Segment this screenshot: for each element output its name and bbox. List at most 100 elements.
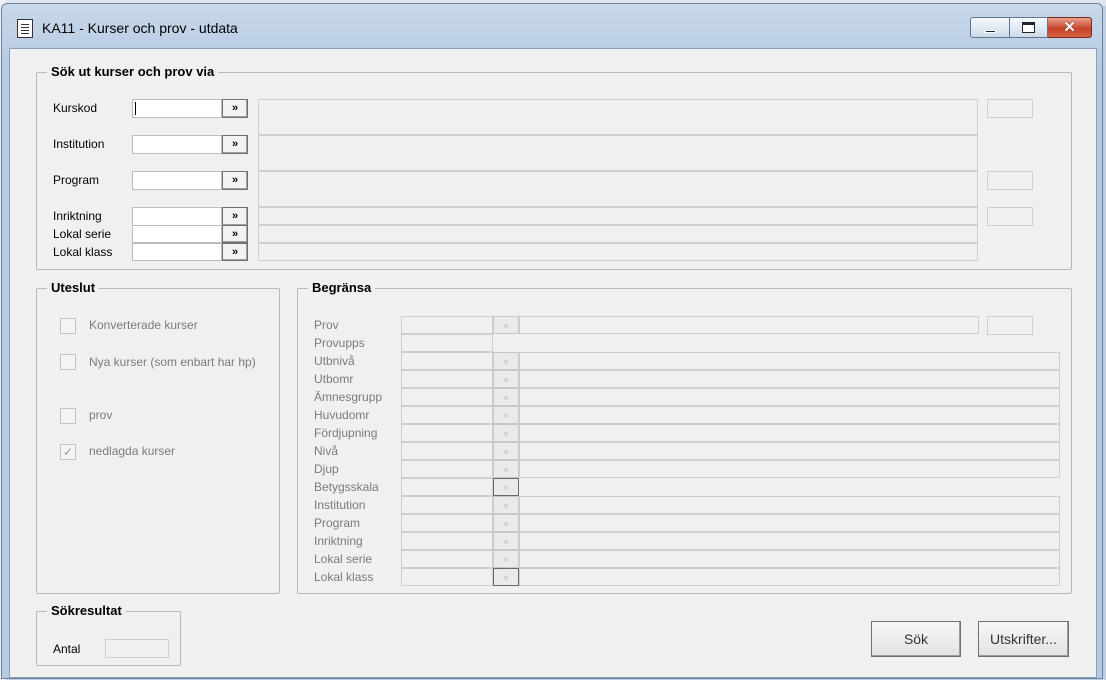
limit-utbomr-description — [519, 370, 1060, 388]
limit-prov-input[interactable] — [401, 316, 493, 334]
limit-betygsskala-input[interactable] — [401, 478, 493, 496]
limit-label-lokal-serie: Lokal serie — [314, 552, 373, 566]
result-title: Sökresultat — [47, 603, 126, 618]
limit-inriktning-input[interactable] — [401, 532, 493, 550]
limit-label-fordjupning: Fördjupning — [314, 426, 378, 440]
inriktning-lookup-button[interactable]: » — [222, 207, 248, 226]
limit-label-niva: Nivå — [314, 444, 339, 458]
limit-lokal-klass-lookup-button[interactable]: » — [493, 568, 519, 586]
maximize-button[interactable] — [1010, 17, 1048, 38]
window-title: KA11 - Kurser och prov - utdata — [42, 20, 238, 36]
label-nedlagda: nedlagda kurser — [89, 444, 176, 458]
label-prov: prov — [89, 408, 113, 422]
limit-title: Begränsa — [308, 280, 376, 295]
limit-amnesgrupp-input[interactable] — [401, 388, 493, 406]
search-button[interactable]: Sök — [871, 621, 961, 657]
limit-program-description — [519, 514, 1060, 532]
label-inriktning: Inriktning — [53, 209, 102, 223]
limit-lokal-serie-lookup-button[interactable]: » — [493, 550, 519, 568]
limit-huvudomr-input[interactable] — [401, 406, 493, 424]
program-lookup-button[interactable]: » — [222, 171, 248, 190]
program-extra — [987, 171, 1033, 190]
limit-group: Begränsa Prov » Provupps Utbnivå » Utbom… — [297, 280, 1072, 594]
limit-fordjupning-input[interactable] — [401, 424, 493, 442]
institution-description — [258, 135, 978, 171]
lokal-serie-input[interactable] — [132, 225, 222, 243]
limit-provupps-input[interactable] — [401, 334, 493, 352]
limit-djup-input[interactable] — [401, 460, 493, 478]
document-icon — [17, 19, 33, 38]
limit-betygsskala-lookup-button[interactable]: » — [493, 478, 519, 496]
limit-inriktning-lookup-button[interactable]: » — [493, 532, 519, 550]
close-icon: ✕ — [1063, 19, 1076, 36]
limit-label-inriktning: Inriktning — [314, 534, 363, 548]
institution-input[interactable] — [132, 135, 222, 154]
limit-utbomr-lookup-button[interactable]: » — [493, 370, 519, 388]
limit-label-prov: Prov — [314, 318, 339, 332]
limit-utbniva-input[interactable] — [401, 352, 493, 370]
checkbox-nedlagda[interactable]: ✓ — [60, 444, 76, 460]
label-lokal-klass: Lokal klass — [53, 245, 113, 259]
limit-niva-input[interactable] — [401, 442, 493, 460]
close-button[interactable]: ✕ — [1048, 17, 1092, 38]
limit-djup-lookup-button[interactable]: » — [493, 460, 519, 478]
limit-label-provupps: Provupps — [314, 336, 365, 350]
limit-lokal-klass-description — [519, 568, 1060, 586]
limit-djup-description — [519, 460, 1060, 478]
limit-lokal-klass-input[interactable] — [401, 568, 493, 586]
kurskod-extra — [987, 99, 1033, 118]
limit-label-utbomr: Utbomr — [314, 372, 354, 386]
limit-label-huvudomr: Huvudomr — [314, 408, 370, 422]
limit-huvudomr-lookup-button[interactable]: » — [493, 406, 519, 424]
limit-label-betygsskala: Betygsskala — [314, 480, 379, 494]
limit-prov-description — [519, 316, 979, 334]
inriktning-description — [258, 207, 978, 225]
inriktning-input[interactable] — [132, 207, 222, 226]
label-lokal-serie: Lokal serie — [53, 227, 112, 241]
program-description — [258, 171, 978, 207]
lokal-serie-description — [258, 225, 978, 243]
checkbox-prov[interactable] — [60, 408, 76, 424]
limit-prov-extra — [987, 316, 1033, 335]
limit-huvudomr-description — [519, 406, 1060, 424]
kurskod-description — [258, 99, 978, 135]
main-window: KA11 - Kurser och prov - utdata ✕ Sök ut… — [1, 3, 1103, 679]
label-nya-kurser: Nya kurser (som enbart har hp) — [89, 355, 256, 369]
limit-institution-description — [519, 496, 1060, 514]
lokal-serie-lookup-button[interactable]: » — [222, 225, 248, 243]
limit-fordjupning-description — [519, 424, 1060, 442]
limit-niva-description — [519, 442, 1060, 460]
label-institution: Institution — [53, 137, 105, 151]
prints-button[interactable]: Utskrifter... — [978, 621, 1069, 657]
program-input[interactable] — [132, 171, 222, 190]
limit-amnesgrupp-lookup-button[interactable]: » — [493, 388, 519, 406]
limit-utbomr-input[interactable] — [401, 370, 493, 388]
label-program: Program — [53, 173, 100, 187]
label-konverterade: Konverterade kurser — [89, 318, 198, 332]
minimize-button[interactable] — [970, 17, 1010, 38]
checkbox-konverterade[interactable] — [60, 318, 76, 334]
lokal-klass-lookup-button[interactable]: » — [222, 243, 248, 261]
limit-amnesgrupp-description — [519, 388, 1060, 406]
limit-program-input[interactable] — [401, 514, 493, 532]
limit-program-lookup-button[interactable]: » — [493, 514, 519, 532]
checkbox-nya-kurser[interactable] — [60, 354, 76, 370]
result-group: Sökresultat Antal — [36, 603, 181, 666]
kurskod-lookup-button[interactable]: » — [222, 99, 248, 118]
limit-lokal-serie-input[interactable] — [401, 550, 493, 568]
lokal-klass-input[interactable] — [132, 243, 222, 261]
exclude-title: Uteslut — [47, 280, 100, 295]
search-via-title: Sök ut kurser och prov via — [47, 64, 219, 79]
limit-utbniva-description — [519, 352, 1060, 370]
limit-institution-input[interactable] — [401, 496, 493, 514]
limit-fordjupning-lookup-button[interactable]: » — [493, 424, 519, 442]
limit-institution-lookup-button[interactable]: » — [493, 496, 519, 514]
title-bar[interactable]: KA11 - Kurser och prov - utdata ✕ — [2, 4, 1102, 48]
kurskod-input[interactable] — [132, 99, 222, 118]
limit-niva-lookup-button[interactable]: » — [493, 442, 519, 460]
institution-lookup-button[interactable]: » — [222, 135, 248, 154]
antal-value — [105, 639, 169, 658]
limit-utbniva-lookup-button[interactable]: » — [493, 352, 519, 370]
client-area: Sök ut kurser och prov via Kurskod » Ins… — [9, 48, 1097, 678]
limit-prov-lookup-button[interactable]: » — [493, 316, 519, 334]
